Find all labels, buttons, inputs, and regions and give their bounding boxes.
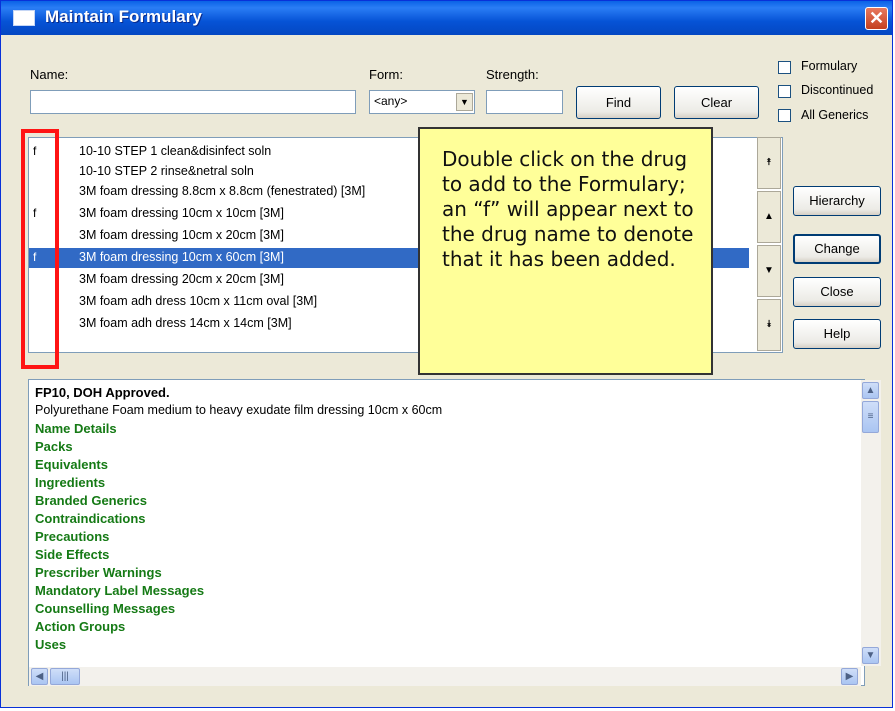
scroll-bottom-icon[interactable]: ⯯ [757, 299, 781, 351]
find-button[interactable]: Find [576, 86, 661, 119]
window-icon [13, 10, 35, 26]
drug-name: 3M foam dressing 20cm x 20cm [3M] [79, 272, 284, 286]
all-generics-checkbox[interactable] [778, 109, 791, 122]
instruction-callout: Double click on the drug to add to the F… [418, 127, 713, 375]
scroll-up-icon[interactable]: ▲ [862, 382, 879, 399]
name-input[interactable] [30, 90, 356, 114]
scroll-down-icon[interactable]: ▼ [862, 647, 879, 664]
link-name-details[interactable]: Name Details [35, 421, 117, 436]
scroll-thumb[interactable]: ||| [50, 668, 80, 685]
link-equivalents[interactable]: Equivalents [35, 457, 108, 472]
link-prescriber-warnings[interactable]: Prescriber Warnings [35, 565, 162, 580]
change-button[interactable]: Change [793, 234, 881, 264]
drug-name: 3M foam dressing 10cm x 20cm [3M] [79, 228, 284, 242]
all-generics-checkbox-label: All Generics [801, 108, 869, 122]
title-bar[interactable]: Maintain Formulary ✕ [1, 1, 892, 35]
link-uses[interactable]: Uses [35, 637, 66, 652]
link-counselling-messages[interactable]: Counselling Messages [35, 601, 175, 616]
link-branded-generics[interactable]: Branded Generics [35, 493, 147, 508]
help-button[interactable]: Help [793, 319, 881, 349]
strength-label: Strength: [486, 67, 539, 82]
close-button[interactable]: Close [793, 277, 881, 307]
drug-name: 10-10 STEP 2 rinse&netral soln [79, 164, 254, 178]
drug-name: 3M foam adh dress 14cm x 14cm [3M] [79, 316, 292, 330]
link-action-groups[interactable]: Action Groups [35, 619, 125, 634]
formulary-checkbox[interactable] [778, 61, 791, 74]
name-label: Name: [30, 67, 69, 82]
link-contraindications[interactable]: Contraindications [35, 511, 146, 526]
details-description: Polyurethane Foam medium to heavy exudat… [35, 403, 443, 417]
chevron-down-icon[interactable]: ▼ [456, 93, 473, 111]
details-header: FP10, DOH Approved. [35, 385, 170, 400]
discontinued-checkbox-label: Discontinued [801, 83, 874, 97]
drug-name: 10-10 STEP 1 clean&disinfect soln [79, 144, 272, 158]
details-vertical-scrollbar[interactable]: ▲ ≡ ▼ [861, 380, 881, 666]
formulary-checkbox-label: Formulary [801, 59, 858, 73]
window-title: Maintain Formulary [45, 7, 202, 26]
link-side-effects[interactable]: Side Effects [35, 547, 109, 562]
maintain-formulary-window: Maintain Formulary ✕ Name: Form: <any> ▼… [0, 0, 893, 708]
discontinued-checkbox[interactable] [778, 85, 791, 98]
scroll-right-icon[interactable]: ▶ [841, 668, 858, 685]
drug-name: 3M foam adh dress 10cm x 11cm oval [3M] [79, 294, 318, 308]
form-label: Form: [369, 67, 403, 82]
link-packs[interactable]: Packs [35, 439, 73, 454]
formulary-flag-highlight [21, 129, 59, 369]
drug-name: 3M foam dressing 10cm x 60cm [3M] [79, 250, 284, 264]
close-window-button[interactable]: ✕ [865, 7, 888, 30]
strength-input[interactable] [486, 90, 563, 114]
scroll-up-icon[interactable]: ▲ [757, 191, 781, 243]
clear-button[interactable]: Clear [674, 86, 759, 119]
drug-name: 3M foam dressing 8.8cm x 8.8cm (fenestra… [79, 184, 366, 198]
drug-name: 3M foam dressing 10cm x 10cm [3M] [79, 206, 284, 220]
link-mandatory-label-messages[interactable]: Mandatory Label Messages [35, 583, 204, 598]
scroll-thumb[interactable]: ≡ [862, 401, 879, 433]
details-pane[interactable]: FP10, DOH Approved. Polyurethane Foam me… [28, 379, 865, 686]
scroll-top-icon[interactable]: ⯭ [757, 137, 781, 189]
link-precautions[interactable]: Precautions [35, 529, 109, 544]
hierarchy-button[interactable]: Hierarchy [793, 186, 881, 216]
details-horizontal-scrollbar[interactable]: ◀ ||| ▶ [29, 667, 861, 686]
link-ingredients[interactable]: Ingredients [35, 475, 105, 490]
scroll-left-icon[interactable]: ◀ [31, 668, 48, 685]
scroll-down-icon[interactable]: ▼ [757, 245, 781, 297]
close-icon: ✕ [868, 8, 885, 28]
form-select-value: <any> [374, 94, 408, 108]
drug-list-scrollbar[interactable]: ⯭ ▲ ▼ ⯯ [757, 137, 783, 353]
form-select[interactable]: <any> ▼ [369, 90, 475, 114]
